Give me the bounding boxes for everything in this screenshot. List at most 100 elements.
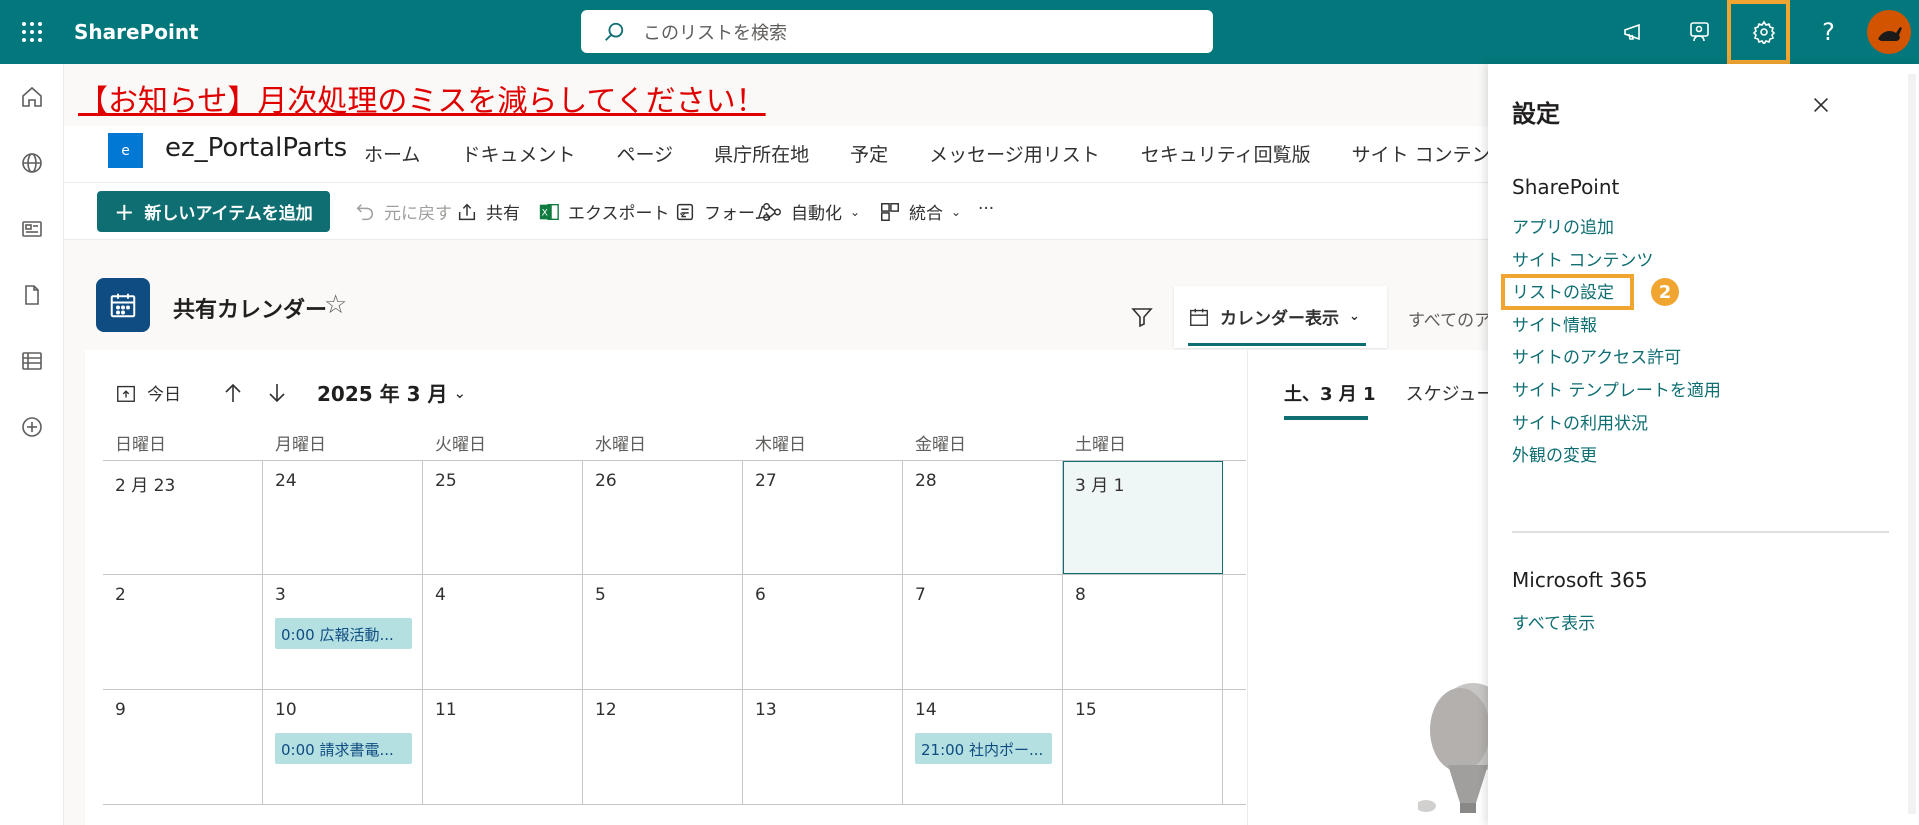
app-launcher-icon: [22, 22, 42, 42]
feedback-button[interactable]: [1666, 0, 1731, 64]
day-cell[interactable]: 27: [743, 461, 903, 574]
nav-schedule[interactable]: 予定: [850, 140, 888, 167]
day-cell[interactable]: 28: [903, 461, 1063, 574]
whats-new-button[interactable]: [1601, 0, 1666, 64]
home-icon: [22, 86, 42, 107]
day-cell[interactable]: 26: [583, 461, 743, 574]
day-cell[interactable]: 11: [423, 690, 583, 804]
day-cell[interactable]: 6: [743, 575, 903, 689]
day-cell[interactable]: 3 0:00 広報活動...: [263, 575, 423, 689]
next-month-arrow-icon[interactable]: [265, 381, 289, 405]
day-cell[interactable]: 9: [103, 690, 263, 804]
day-number: 3: [275, 585, 286, 605]
day-cell[interactable]: 10 0:00 請求書電...: [263, 690, 423, 804]
nav-message-list[interactable]: メッセージ用リスト: [929, 140, 1100, 167]
day-cell[interactable]: 25: [423, 461, 583, 574]
export-button[interactable]: X エクスポート ⌄: [538, 199, 688, 224]
chevron-down-icon: ⌄: [453, 383, 467, 402]
rail-news[interactable]: [0, 196, 64, 262]
day-number: 2: [115, 585, 126, 605]
avatar[interactable]: [1867, 10, 1911, 54]
calendar-event[interactable]: 0:00 広報活動...: [275, 618, 412, 649]
link-apply-template[interactable]: サイト テンプレートを適用: [1512, 376, 1721, 401]
integrate-label: 統合: [909, 204, 943, 224]
share-button[interactable]: 共有: [456, 199, 520, 224]
filter-button[interactable]: [1130, 305, 1154, 333]
day-number: 6: [755, 585, 766, 605]
rail-create[interactable]: [0, 394, 64, 460]
more-commands-button[interactable]: ···: [978, 199, 994, 219]
favorite-star-icon[interactable]: ☆: [324, 290, 347, 320]
link-site-contents[interactable]: サイト コンテンツ: [1512, 246, 1653, 271]
month-label: 2025 年 3 月: [317, 382, 448, 406]
day-cell[interactable]: 12: [583, 690, 743, 804]
day-cell[interactable]: 2: [103, 575, 263, 689]
rail-sites[interactable]: [0, 130, 64, 196]
day-cell[interactable]: 15: [1063, 690, 1223, 804]
day-cell[interactable]: 2 月 23: [103, 461, 263, 574]
link-site-info[interactable]: サイト情報: [1512, 311, 1597, 336]
search-icon: [605, 22, 624, 41]
link-site-usage[interactable]: サイトの利用状況: [1512, 409, 1648, 434]
nav-site-contents[interactable]: サイト コンテンツ: [1352, 140, 1488, 167]
nav-security-circular[interactable]: セキュリティ回覧版: [1141, 140, 1311, 167]
new-item-button[interactable]: + 新しいアイテムを追加: [97, 191, 330, 232]
day-cell[interactable]: 5: [583, 575, 743, 689]
link-change-look[interactable]: 外観の変更: [1512, 441, 1597, 466]
nav-documents[interactable]: ドキュメント: [461, 140, 575, 167]
today-button[interactable]: 今日: [115, 380, 181, 405]
link-show-all[interactable]: すべて表示: [1512, 609, 1595, 634]
form-button[interactable]: フォーム: [674, 199, 772, 224]
main-content: 【お知らせ】月次処理のミスを減らしてください！ e ez_PortalParts…: [64, 64, 1488, 825]
help-button[interactable]: ?: [1796, 0, 1861, 64]
megaphone-icon: [1623, 23, 1640, 41]
link-site-permissions[interactable]: サイトのアクセス許可: [1512, 343, 1681, 368]
close-button[interactable]: [1810, 94, 1832, 120]
automate-label: 自動化: [791, 204, 842, 224]
day-number: 8: [1075, 585, 1086, 605]
site-logo[interactable]: e: [108, 133, 143, 168]
sharepoint-home-link[interactable]: SharePoint: [74, 20, 199, 44]
day-cell[interactable]: 8: [1063, 575, 1223, 689]
day-cell[interactable]: 7: [903, 575, 1063, 689]
day-cell[interactable]: 4: [423, 575, 583, 689]
automate-button[interactable]: 自動化 ⌄: [761, 199, 860, 224]
view-all-items[interactable]: すべてのア: [1408, 306, 1488, 331]
rail-files[interactable]: [0, 262, 64, 328]
view-selector-calendar[interactable]: カレンダー表示 ⌄: [1174, 286, 1387, 348]
nav-prefecture-capitals[interactable]: 県庁所在地: [714, 140, 809, 167]
previous-month-arrow-icon[interactable]: [221, 381, 245, 405]
weekday-wed: 水曜日: [595, 435, 646, 455]
announcement-link[interactable]: 【お知らせ】月次処理のミスを減らしてください！: [78, 76, 766, 120]
day-cell[interactable]: 24: [263, 461, 423, 574]
calendar-view-icon: [1190, 308, 1208, 326]
undo-button[interactable]: 元に戻す: [354, 199, 452, 224]
globe-icon: [22, 153, 42, 173]
calendar-event[interactable]: 21:00 社内ポー...: [915, 733, 1052, 764]
day-cell[interactable]: 14 21:00 社内ポー...: [903, 690, 1063, 804]
month-picker[interactable]: 2025 年 3 月 ⌄: [317, 378, 466, 407]
day-cell-selected[interactable]: 3 月 1: [1063, 461, 1223, 574]
nav-pages[interactable]: ページ: [616, 140, 673, 167]
site-title[interactable]: ez_PortalParts: [165, 133, 347, 163]
link-add-app[interactable]: アプリの追加: [1512, 213, 1614, 238]
day-detail-pane: 土、3 月 1 スケジュール: [1247, 350, 1488, 825]
day-number: 14: [915, 700, 937, 720]
app-launcher-button[interactable]: [0, 0, 64, 64]
calendar-event[interactable]: 0:00 請求書電...: [275, 733, 412, 764]
search-box[interactable]: このリストを検索: [581, 10, 1213, 53]
rail-home[interactable]: [0, 64, 64, 130]
panel-scrollbar[interactable]: [1908, 74, 1916, 814]
tab-selected-day[interactable]: 土、3 月 1: [1284, 380, 1376, 420]
nav-home[interactable]: ホーム: [364, 140, 420, 167]
weekday-sat: 土曜日: [1075, 435, 1126, 455]
day-cell[interactable]: 13: [743, 690, 903, 804]
filter-icon: [1131, 308, 1153, 328]
day-number: 7: [915, 585, 926, 605]
weekday-sun: 日曜日: [115, 435, 166, 455]
day-number: 11: [435, 700, 457, 720]
integrate-button[interactable]: 統合 ⌄: [879, 199, 961, 224]
list-title[interactable]: 共有カレンダー: [173, 292, 327, 324]
tab-schedule[interactable]: スケジュール: [1406, 380, 1488, 406]
rail-lists[interactable]: [0, 328, 64, 394]
